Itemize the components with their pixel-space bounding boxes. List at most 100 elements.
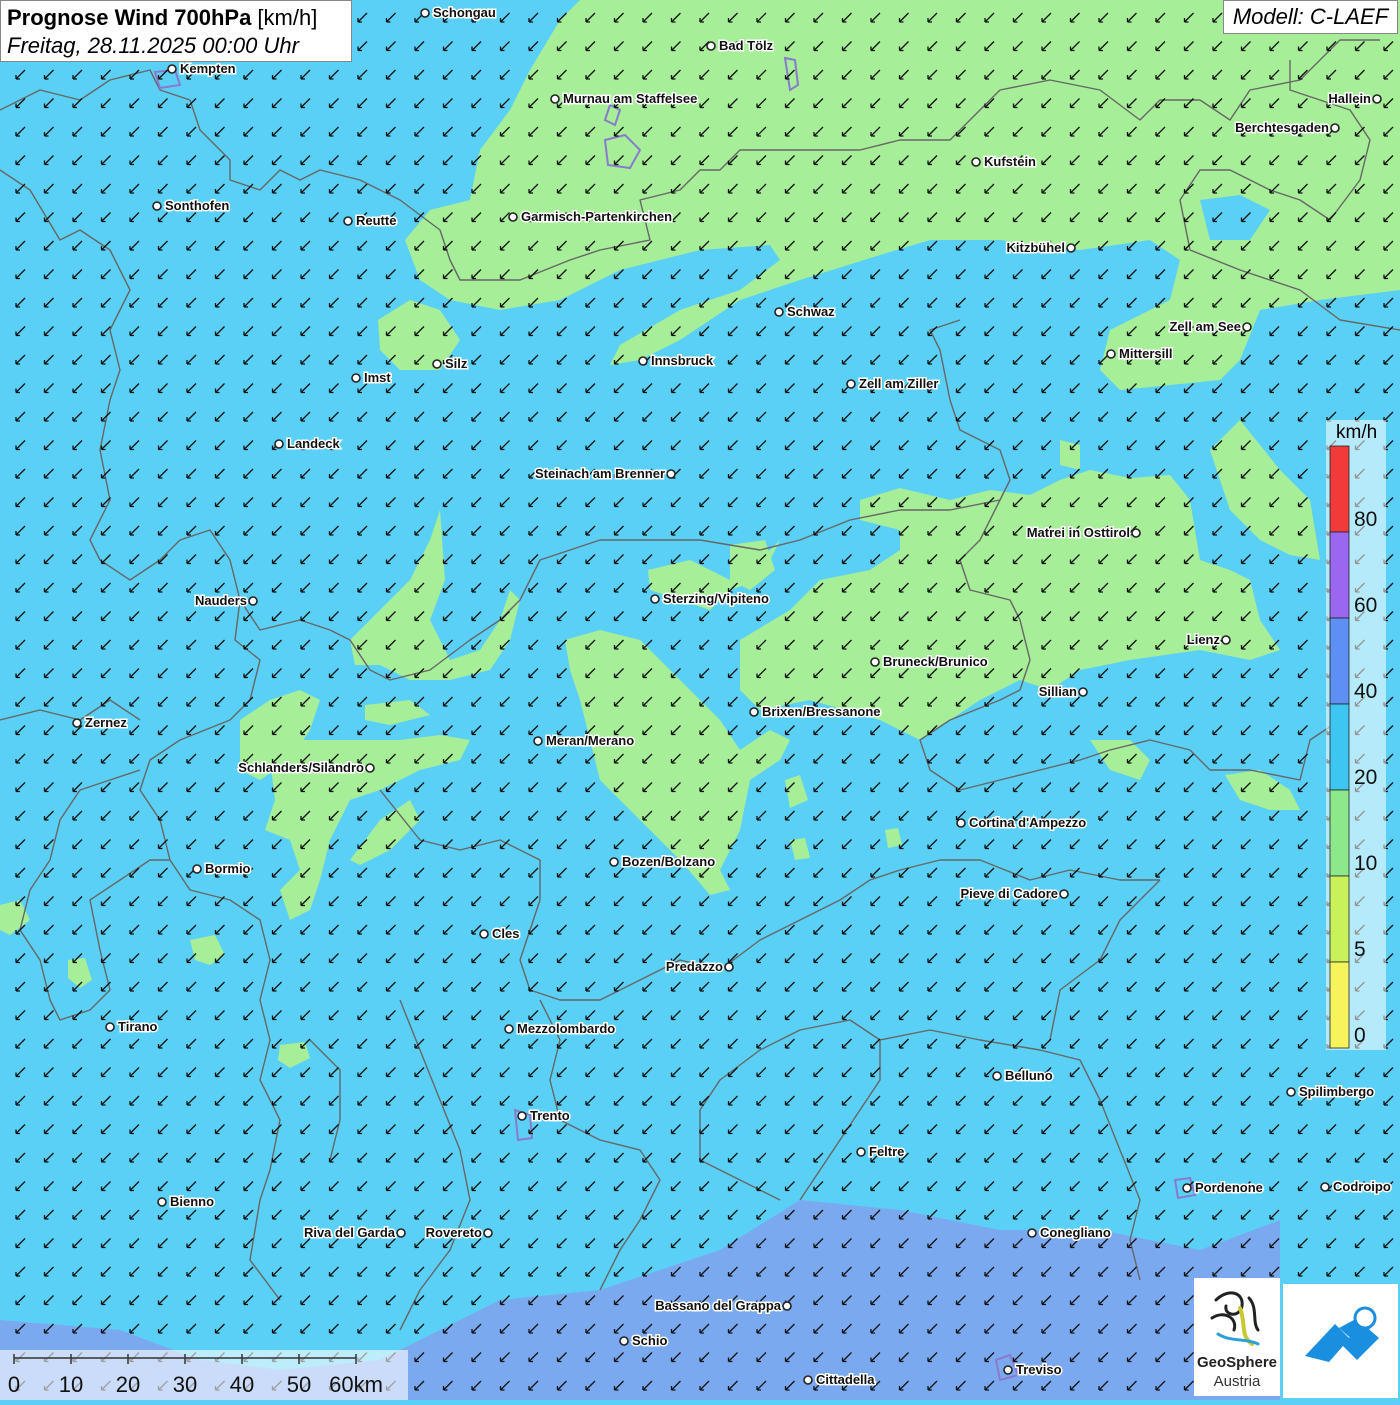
city-dot [1106, 349, 1116, 359]
logo-name-line1: GeoSphere [1196, 1354, 1278, 1371]
city-label: Kufstein [984, 154, 1036, 169]
legend-swatch [1329, 617, 1350, 705]
city-label: Steinach am Brenner [535, 466, 665, 481]
city-label: Schio [632, 1333, 667, 1348]
city-dot [351, 373, 361, 383]
city-marker: Kitzbühel [1005, 239, 1076, 257]
city-label: Pieve di Cadore [960, 886, 1058, 901]
city-label: Lienz [1187, 632, 1221, 647]
title-main: Prognose Wind 700hPa [7, 5, 252, 30]
city-dot [609, 857, 619, 867]
legend-label: 40 [1354, 680, 1377, 703]
legend-label: 80 [1354, 508, 1377, 531]
scale-label: 20 [116, 1372, 140, 1397]
city-label: Brixen/Bressanone [762, 704, 881, 719]
city-dot [1320, 1182, 1330, 1192]
city-label: Predazzo [666, 959, 723, 974]
city-label: Bienno [170, 1194, 214, 1209]
scale-label: 30 [173, 1372, 197, 1397]
scale-label: 50 [287, 1372, 311, 1397]
city-dot [157, 1197, 167, 1207]
city-marker: Pieve di Cadore [959, 885, 1069, 903]
city-label: Sterzing/Vipiteno [663, 591, 769, 606]
city-dot [248, 596, 258, 606]
model-label: Modell: C-LAEF [1223, 0, 1398, 34]
city-dot [1242, 322, 1252, 332]
city-marker: Berchtesgaden [1234, 119, 1340, 137]
city-marker: Steinach am Brenner [533, 465, 676, 483]
city-label: Zernez [85, 715, 127, 730]
city-dot [619, 1336, 629, 1346]
city-label: Sonthofen [165, 198, 229, 213]
city-marker: Meran/Merano [533, 732, 636, 750]
city-label: Bormio [205, 861, 251, 876]
logo-name-line2: Austria [1213, 1373, 1261, 1390]
city-dot [550, 94, 560, 104]
city-marker: Innsbruck [638, 352, 715, 370]
city-dot [846, 379, 856, 389]
city-dot [192, 864, 202, 874]
scale-bar: 0 10 20 30 40 50 60km [0, 1350, 408, 1400]
scale-label: 40 [230, 1372, 254, 1397]
city-label: Landeck [287, 436, 341, 451]
city-label: Spilimbergo [1299, 1084, 1374, 1099]
city-label: Zell am Ziller [859, 376, 938, 391]
city-dot [638, 356, 648, 366]
city-label: Schongau [433, 5, 496, 20]
city-marker: Schlanders/Silandro [237, 759, 375, 777]
city-label: Rovereto [426, 1225, 482, 1240]
city-dot [782, 1301, 792, 1311]
city-dot [1059, 889, 1069, 899]
city-marker: Bruneck/Brunico [870, 653, 989, 671]
city-label: Kitzbühel [1007, 240, 1066, 255]
city-marker: Riva del Garda [302, 1224, 406, 1242]
city-marker: Schongau [420, 4, 497, 22]
city-label: Bad Tölz [719, 38, 774, 53]
city-label: Bassano del Grappa [655, 1298, 781, 1313]
city-marker: Zell am Ziller [846, 375, 940, 393]
city-marker: Sonthofen [152, 197, 231, 215]
city-dot [650, 594, 660, 604]
city-marker: Predazzo [664, 958, 734, 976]
city-dot [870, 657, 880, 667]
city-dot [483, 1228, 493, 1238]
city-label: Cortina d'Ampezzo [969, 815, 1086, 830]
weather-app-logo [1283, 1284, 1398, 1398]
legend-label: 5 [1354, 938, 1366, 961]
city-dot [432, 359, 442, 369]
city-label: Belluno [1005, 1068, 1053, 1083]
city-dot [274, 439, 284, 449]
color-legend: km/h 80 60 40 20 10 5 0 [1326, 420, 1386, 1050]
city-dot [1027, 1228, 1037, 1238]
legend-swatch [1329, 531, 1350, 619]
city-label: Schwaz [787, 304, 835, 319]
city-dot [856, 1147, 866, 1157]
city-dot [396, 1228, 406, 1238]
city-dot [152, 201, 162, 211]
city-marker: Bassano del Grappa [654, 1297, 792, 1315]
city-label: Pordenone [1195, 1180, 1263, 1195]
city-marker: Bozen/Bolzano [609, 853, 717, 871]
city-dot [1330, 123, 1340, 133]
city-dot [1131, 528, 1141, 538]
city-marker: Murnau am Staffelsee [550, 90, 699, 108]
city-dot [72, 718, 82, 728]
city-dot [504, 1024, 514, 1034]
scale-bar-graphic: 0 10 20 30 40 50 60km [8, 1354, 383, 1397]
city-dot [956, 818, 966, 828]
wind-map: Schongau Bad Tölz Kempten Murnau am Staffel… [0, 0, 1400, 1400]
city-dot [803, 1375, 813, 1385]
geosphere-logo-icon [1210, 1291, 1260, 1346]
city-label: Riva del Garda [304, 1225, 396, 1240]
city-dot [420, 8, 430, 18]
city-label: Feltre [869, 1144, 904, 1159]
city-dot [479, 929, 489, 939]
legend-label: 10 [1354, 852, 1377, 875]
city-label: Imst [364, 370, 391, 385]
city-dot [1003, 1365, 1013, 1375]
city-marker: Zell am See [1168, 318, 1252, 336]
city-dot [706, 41, 716, 51]
title-box: Prognose Wind 700hPa [km/h] Freitag, 28.… [0, 0, 352, 62]
city-dot [666, 469, 676, 479]
legend-label: 0 [1354, 1024, 1366, 1047]
